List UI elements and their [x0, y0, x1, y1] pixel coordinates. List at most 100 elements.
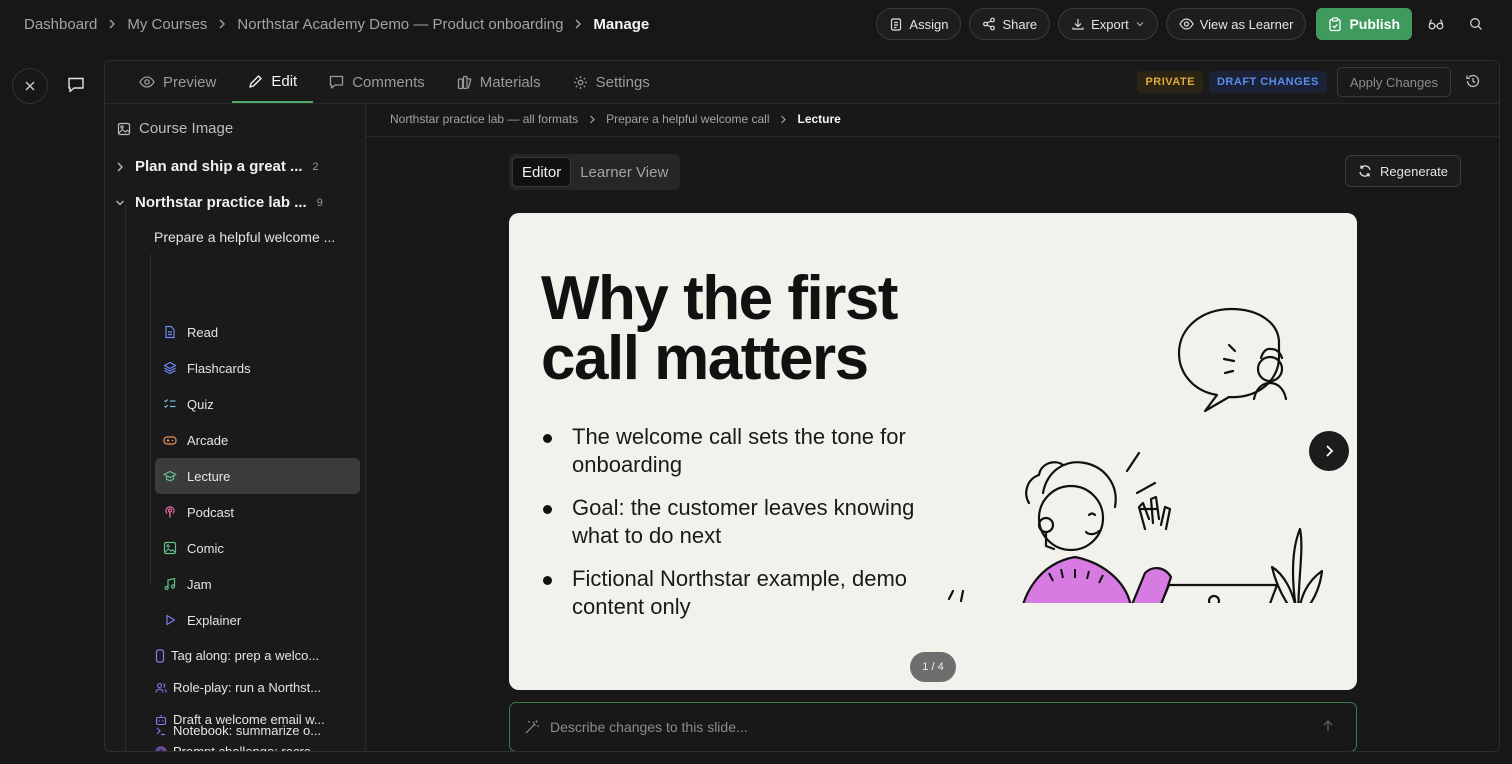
- format-label: Lecture: [187, 468, 231, 484]
- view-as-learner-button[interactable]: View as Learner: [1165, 8, 1307, 40]
- format-label: Comic: [187, 540, 224, 556]
- format-explainer[interactable]: Explainer: [155, 602, 360, 638]
- tab-edit[interactable]: Edit: [232, 61, 314, 103]
- chevron-right-icon: [779, 115, 787, 124]
- format-flashcards[interactable]: Flashcards: [155, 350, 360, 386]
- history-icon[interactable]: [1465, 73, 1481, 89]
- terminal-icon: [155, 725, 167, 737]
- breadcrumb-dashboard[interactable]: Dashboard: [24, 16, 97, 33]
- podcast-icon: [163, 505, 177, 519]
- section-count: 2: [312, 160, 319, 173]
- lesson-welcome-call[interactable]: Prepare a helpful welcome ...: [154, 229, 335, 245]
- status-area: PRIVATE DRAFT CHANGES Apply Changes: [1137, 67, 1451, 97]
- breadcrumb: Dashboard My Courses Northstar Academy D…: [24, 16, 649, 33]
- slide-change-prompt[interactable]: Describe changes to this slide...: [509, 702, 1357, 751]
- learner-view-option[interactable]: Learner View: [571, 157, 677, 187]
- target-icon: [155, 745, 167, 751]
- crumb-lab[interactable]: Northstar practice lab — all formats: [390, 112, 578, 126]
- chevron-right-icon: [573, 19, 583, 29]
- editor-panel: Preview Edit Comments Materials Settings…: [104, 60, 1500, 752]
- lesson-label: Prompt challenge: recre...: [173, 744, 322, 752]
- publish-label: Publish: [1349, 16, 1400, 32]
- share-label: Share: [1002, 16, 1038, 32]
- chat-icon[interactable]: [60, 68, 92, 100]
- crumb-current: Lecture: [797, 112, 841, 126]
- slide-pager: 1 / 4: [910, 652, 956, 682]
- checklist-icon: [163, 397, 177, 411]
- layers-icon: [163, 361, 177, 375]
- tab-comments[interactable]: Comments: [313, 61, 441, 103]
- next-slide-button[interactable]: [1309, 431, 1349, 471]
- support-agent-illustration: [909, 303, 1349, 603]
- close-icon[interactable]: [12, 68, 48, 104]
- lesson-tag-along[interactable]: Tag along: prep a welco...: [155, 648, 319, 663]
- tab-preview[interactable]: Preview: [123, 61, 232, 103]
- lesson-role-play[interactable]: Role-play: run a Northst...: [155, 680, 321, 695]
- share-icon: [982, 17, 996, 31]
- export-button[interactable]: Export: [1058, 8, 1158, 40]
- chevron-down-icon: [1135, 19, 1145, 29]
- regenerate-button[interactable]: Regenerate: [1345, 155, 1461, 187]
- graduation-cap-icon: [163, 469, 177, 483]
- publish-icon: [1328, 16, 1342, 32]
- format-podcast[interactable]: Podcast: [155, 494, 360, 530]
- slide-bullets: The welcome call sets the tone for onboa…: [541, 423, 921, 636]
- clipboard-icon: [889, 17, 903, 31]
- chevron-down-icon: [115, 198, 125, 208]
- image-icon: [117, 122, 131, 136]
- view-toggle: Editor Learner View: [509, 154, 681, 190]
- section-northstar-lab[interactable]: Northstar practice lab ... 9: [116, 194, 323, 211]
- publish-button[interactable]: Publish: [1316, 8, 1412, 40]
- tree-guide-line: [150, 254, 151, 584]
- comment-icon: [329, 75, 344, 89]
- course-image-item[interactable]: Course Image: [117, 120, 233, 137]
- editor-view-option[interactable]: Editor: [512, 157, 572, 187]
- crumb-lesson[interactable]: Prepare a helpful welcome call: [606, 112, 769, 126]
- lecture-slide: Why the first call matters The welcome c…: [509, 213, 1357, 690]
- format-arcade[interactable]: Arcade: [155, 422, 360, 458]
- send-arrow-icon[interactable]: [1322, 719, 1334, 733]
- format-read[interactable]: Read: [155, 314, 360, 350]
- tab-comments-label: Comments: [352, 73, 425, 91]
- share-button[interactable]: Share: [969, 8, 1051, 40]
- section-count: 9: [316, 196, 323, 209]
- lesson-notebook[interactable]: Notebook: summarize o...: [155, 723, 321, 738]
- section-title: Plan and ship a great ...: [135, 158, 303, 175]
- slide-bullet: The welcome call sets the tone for onboa…: [541, 423, 921, 479]
- tab-materials[interactable]: Materials: [441, 61, 557, 103]
- lesson-label: Notebook: summarize o...: [173, 723, 322, 738]
- regenerate-label: Regenerate: [1380, 163, 1448, 179]
- draft-changes-badge: DRAFT CHANGES: [1208, 71, 1327, 93]
- format-label: Flashcards: [187, 360, 251, 376]
- chevron-right-icon: [217, 19, 227, 29]
- breadcrumb-course[interactable]: Northstar Academy Demo — Product onboard…: [237, 16, 563, 33]
- refresh-icon: [1358, 164, 1372, 178]
- search-icon[interactable]: [1460, 8, 1492, 40]
- tab-preview-label: Preview: [163, 73, 217, 91]
- content-breadcrumb: Northstar practice lab — all formats Pre…: [390, 112, 841, 126]
- play-icon: [163, 613, 177, 627]
- format-quiz[interactable]: Quiz: [155, 386, 360, 422]
- slide-bullet: Fictional Northstar example, demo conten…: [541, 565, 921, 621]
- apply-changes-button[interactable]: Apply Changes: [1336, 67, 1451, 97]
- document-icon: [163, 325, 177, 339]
- export-label: Export: [1091, 16, 1129, 32]
- lesson-prompt-challenge[interactable]: Prompt challenge: recre...: [155, 744, 322, 752]
- download-icon: [1071, 17, 1085, 31]
- slide-title: Why the first call matters: [541, 264, 898, 393]
- assign-button[interactable]: Assign: [876, 8, 962, 40]
- chevron-right-icon: [1323, 444, 1335, 458]
- course-image-label: Course Image: [139, 120, 234, 137]
- format-comic[interactable]: Comic: [155, 530, 360, 566]
- format-label: Podcast: [187, 504, 234, 520]
- chevron-right-icon: [115, 162, 125, 172]
- private-badge: PRIVATE: [1137, 71, 1203, 93]
- section-plan-and-ship[interactable]: Plan and ship a great ... 2: [117, 158, 319, 175]
- users-icon: [155, 682, 167, 694]
- format-lecture[interactable]: Lecture: [155, 458, 360, 494]
- glasses-icon[interactable]: [1420, 8, 1452, 40]
- breadcrumb-my-courses[interactable]: My Courses: [127, 16, 207, 33]
- breadcrumb-current: Manage: [593, 15, 650, 33]
- tab-settings[interactable]: Settings: [557, 61, 666, 103]
- format-jam[interactable]: Jam: [155, 566, 360, 602]
